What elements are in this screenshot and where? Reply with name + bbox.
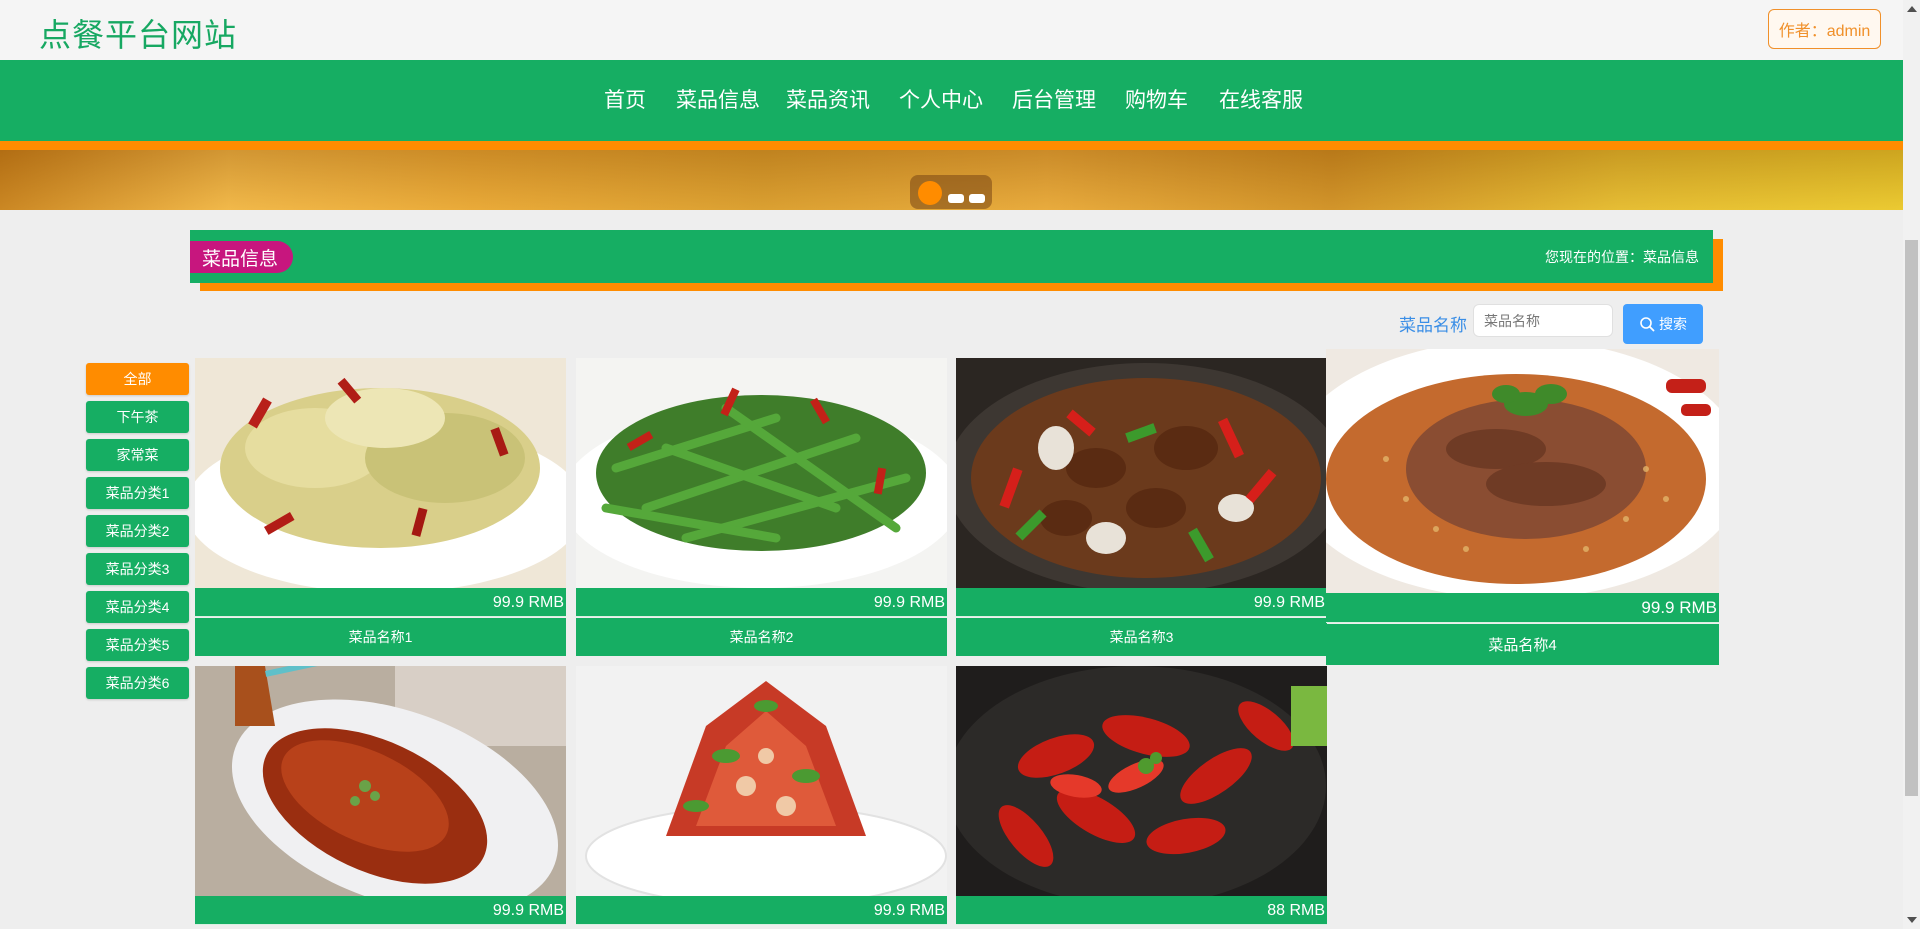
nav-news[interactable]: 菜品资讯 — [786, 84, 870, 114]
product-price: 99.9 RMB — [576, 588, 947, 617]
page-scrollbar[interactable] — [1903, 0, 1920, 929]
product-image[interactable] — [1326, 349, 1719, 593]
search-label: 菜品名称 — [1399, 316, 1467, 335]
main-nav: 首页 菜品信息 菜品资讯 个人中心 后台管理 购物车 在线客服 — [0, 60, 1903, 150]
product-image[interactable] — [956, 666, 1327, 896]
category-5[interactable]: 菜品分类5 — [86, 629, 189, 661]
search-button-label: 搜索 — [1659, 316, 1687, 332]
category-afternoon-tea[interactable]: 下午茶 — [86, 401, 189, 433]
carousel-indicators — [910, 175, 992, 209]
product-card[interactable]: 99.9 RMB 菜品名称1 — [195, 358, 566, 656]
product-card[interactable]: 99.9 RMB 菜品名称2 — [576, 358, 947, 656]
category-4[interactable]: 菜品分类4 — [86, 591, 189, 623]
scroll-down-arrow-icon[interactable] — [1907, 917, 1917, 923]
search-icon — [1639, 316, 1655, 332]
scrollbar-thumb[interactable] — [1905, 240, 1918, 796]
carousel-dot-active[interactable] — [918, 181, 942, 205]
category-6[interactable]: 菜品分类6 — [86, 667, 189, 699]
product-image[interactable] — [576, 358, 947, 588]
nav-admin[interactable]: 后台管理 — [1012, 84, 1096, 114]
site-title: 点餐平台网站 — [39, 17, 238, 53]
product-price: 99.9 RMB — [1326, 593, 1719, 623]
category-3[interactable]: 菜品分类3 — [86, 553, 189, 585]
product-price: 99.9 RMB — [576, 896, 947, 925]
product-price: 99.9 RMB — [956, 588, 1327, 617]
search-button[interactable]: 搜索 — [1623, 304, 1703, 344]
author-badge[interactable]: 作者：admin — [1768, 9, 1881, 49]
product-card[interactable]: 99.9 RMB 菜品名称3 — [956, 358, 1327, 656]
product-image[interactable] — [576, 666, 947, 896]
product-name[interactable]: 菜品名称2 — [576, 618, 947, 656]
category-home-style[interactable]: 家常菜 — [86, 439, 189, 471]
product-card[interactable]: 88 RMB — [956, 666, 1327, 929]
category-2[interactable]: 菜品分类2 — [86, 515, 189, 547]
product-name[interactable]: 菜品名称3 — [956, 618, 1327, 656]
product-price: 88 RMB — [956, 896, 1327, 925]
product-image[interactable] — [195, 666, 566, 896]
carousel-dot[interactable] — [969, 194, 985, 203]
breadcrumb: 您现在的位置：菜品信息 — [1545, 249, 1699, 265]
carousel-dot[interactable] — [948, 194, 964, 203]
product-image[interactable] — [956, 358, 1327, 588]
product-card[interactable]: 99.9 RMB 菜品名称4 — [1326, 349, 1719, 665]
product-price: 99.9 RMB — [195, 896, 566, 925]
nav-cart[interactable]: 购物车 — [1125, 84, 1188, 114]
product-card[interactable]: 99.9 RMB — [195, 666, 566, 929]
product-price: 99.9 RMB — [195, 588, 566, 617]
scroll-up-arrow-icon[interactable] — [1907, 6, 1917, 12]
nav-dishes[interactable]: 菜品信息 — [676, 84, 760, 114]
category-all[interactable]: 全部 — [86, 363, 189, 395]
nav-profile[interactable]: 个人中心 — [899, 84, 983, 114]
top-bar: 点餐平台网站 作者：admin — [0, 0, 1903, 60]
product-name[interactable]: 菜品名称1 — [195, 618, 566, 656]
nav-home[interactable]: 首页 — [604, 84, 646, 114]
section-title-bar — [190, 230, 1713, 283]
banner-carousel[interactable] — [0, 150, 1903, 210]
nav-service[interactable]: 在线客服 — [1219, 84, 1303, 114]
search-input[interactable] — [1473, 304, 1613, 337]
product-image[interactable] — [195, 358, 566, 588]
product-name[interactable]: 菜品名称4 — [1326, 624, 1719, 665]
section-title: 菜品信息 — [190, 241, 293, 273]
product-card[interactable]: 99.9 RMB — [576, 666, 947, 929]
category-1[interactable]: 菜品分类1 — [86, 477, 189, 509]
